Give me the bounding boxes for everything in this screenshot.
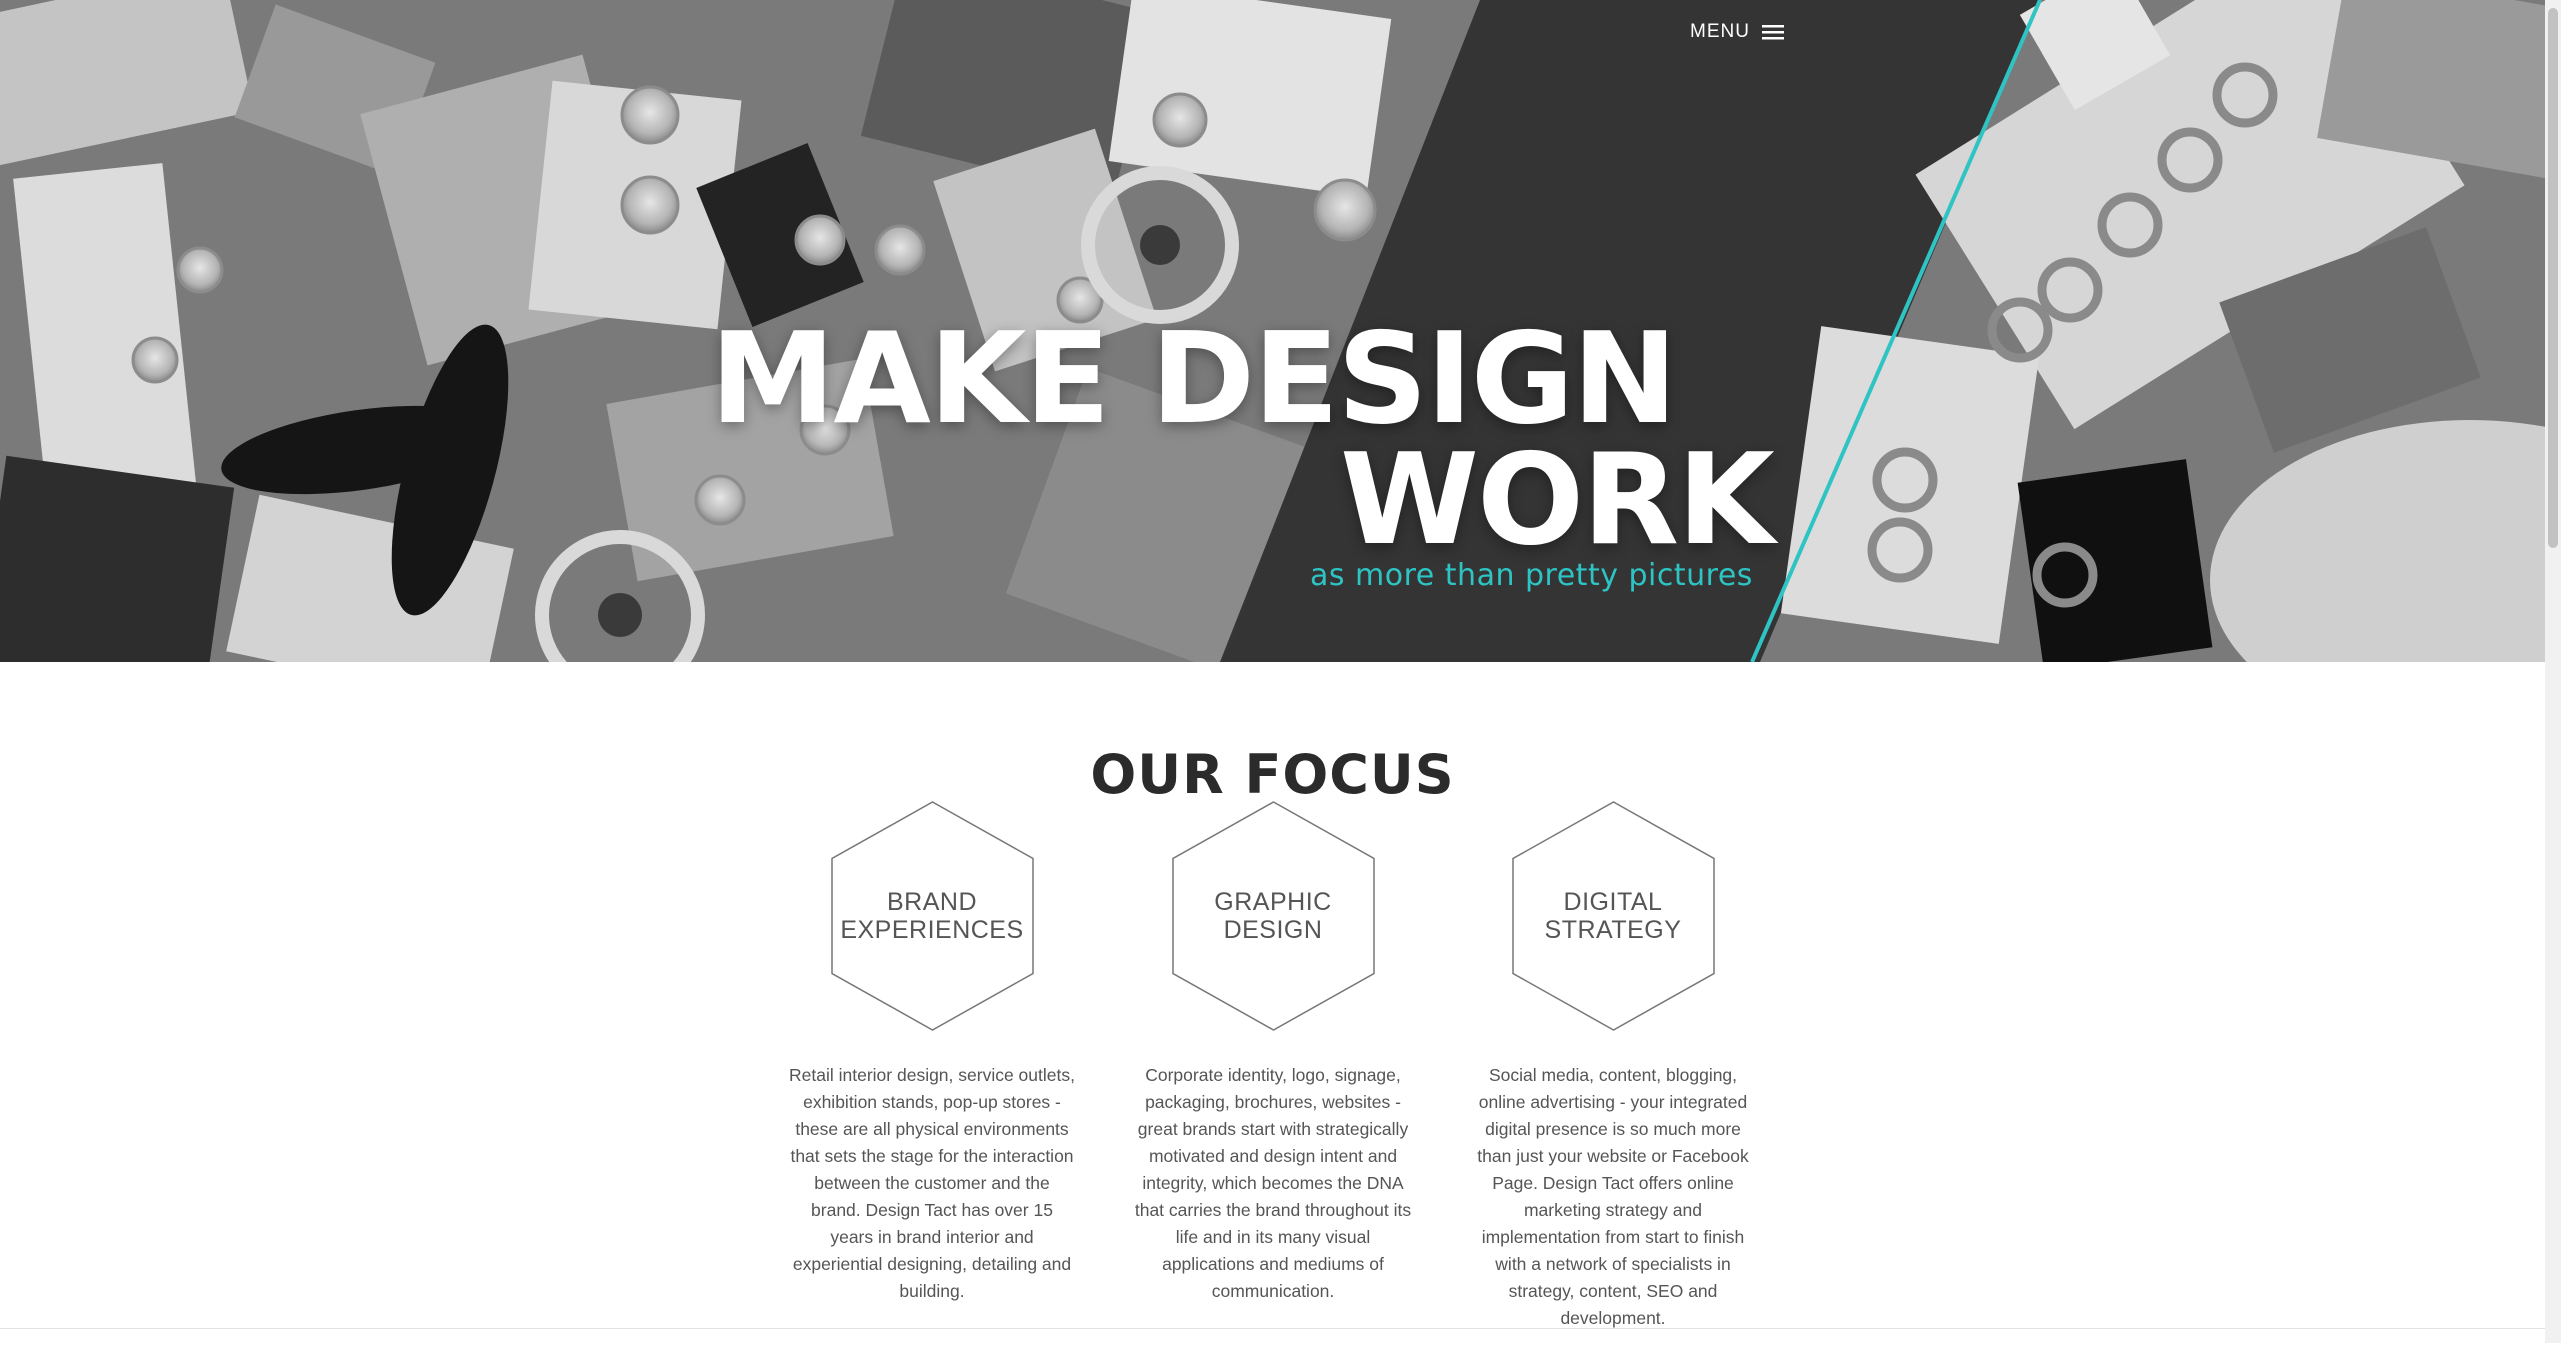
- focus-card-graphic: GRAPHIC DESIGN Corporate identity, logo,…: [1123, 800, 1423, 1323]
- hexagon-label-line2: DESIGN: [1223, 916, 1323, 944]
- menu-label: MENU: [1690, 21, 1750, 42]
- hexagon-label: DIGITAL STRATEGY: [1511, 888, 1716, 944]
- hexagon-label-line1: BRAND: [886, 888, 977, 916]
- hexagon-label-line2: STRATEGY: [1544, 916, 1682, 944]
- hero-title-line1: MAKE DESIGN: [710, 305, 1678, 452]
- hexagon-label-line1: DIGITAL: [1563, 888, 1663, 916]
- card-description: Social media, content, blogging, online …: [1477, 1065, 1749, 1328]
- scrollbar-thumb[interactable]: [2548, 8, 2558, 548]
- card-description: Retail interior design, service outlets,…: [789, 1065, 1075, 1301]
- hamburger-icon: [1761, 25, 1784, 40]
- focus-card-brand: BRAND EXPERIENCES Retail interior design…: [782, 800, 1082, 1323]
- hero-title-line2: WORK: [1340, 426, 1775, 573]
- hero-banner: MENU MAKE DESIGN WORK as more than prett…: [0, 0, 2545, 662]
- hero-subtitle: as more than pretty pictures: [1310, 558, 1753, 593]
- hexagon-link-graphic[interactable]: GRAPHIC DESIGN: [1171, 800, 1376, 1032]
- hexagon-label-line1: GRAPHIC: [1214, 888, 1332, 916]
- menu-button[interactable]: MENU: [1690, 18, 1784, 46]
- hexagon-link-digital[interactable]: DIGITAL STRATEGY: [1511, 800, 1716, 1032]
- card-description: Corporate identity, logo, signage, packa…: [1134, 1065, 1412, 1301]
- focus-card-digital: DIGITAL STRATEGY Social media, content, …: [1463, 800, 1763, 1350]
- hexagon-label: BRAND EXPERIENCES: [830, 888, 1035, 944]
- hexagon-label: GRAPHIC DESIGN: [1171, 888, 1376, 944]
- hexagon-link-brand[interactable]: BRAND EXPERIENCES: [830, 800, 1035, 1032]
- section-title: OUR FOCUS: [1090, 742, 1455, 806]
- hexagon-label-line2: EXPERIENCES: [840, 916, 1024, 944]
- page-divider: [0, 1328, 2545, 1329]
